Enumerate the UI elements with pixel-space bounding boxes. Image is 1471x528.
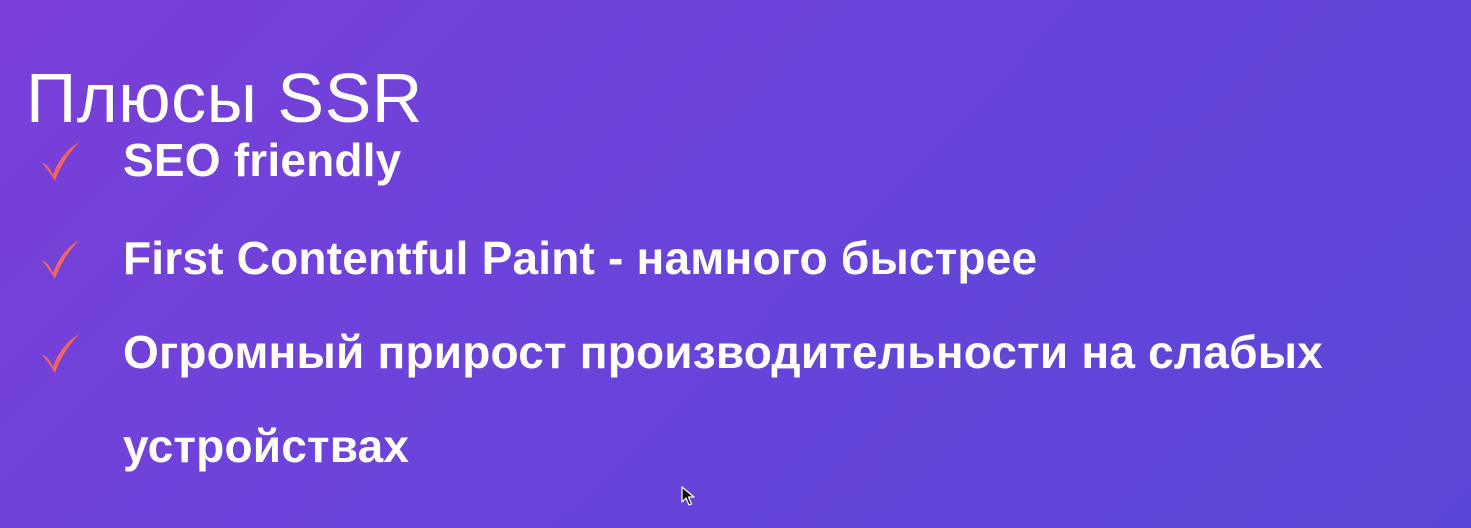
presentation-slide: Плюсы SSR SEO friendly First Contentful … [0,0,1471,528]
benefits-list: SEO friendly First Contentful Paint - на… [0,0,1471,528]
check-icon [38,139,82,183]
benefit-text: First Contentful Paint - намного быстрее [123,232,1038,284]
mouse-cursor-icon [681,486,695,506]
benefit-text: SEO friendly [123,134,402,186]
check-icon [38,237,82,281]
benefit-text: Огромный прирост производительности на с… [123,326,1323,472]
check-icon [38,331,82,375]
